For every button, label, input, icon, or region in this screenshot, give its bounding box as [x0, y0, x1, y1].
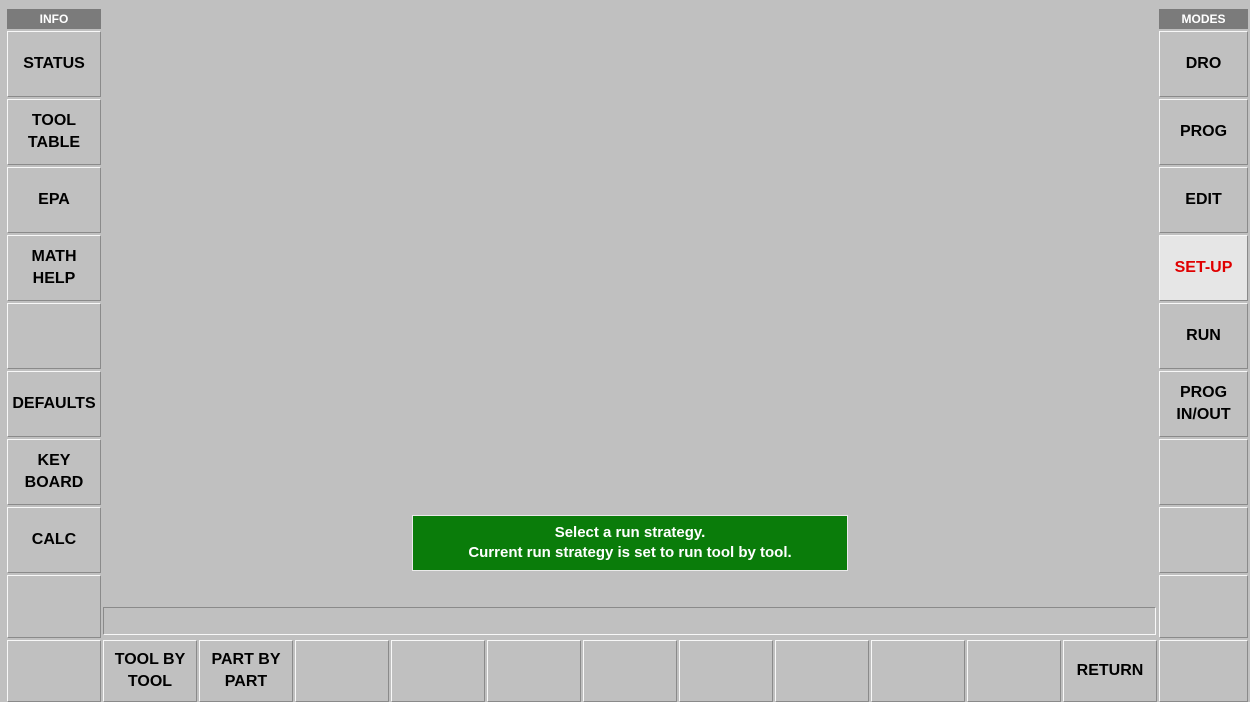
return-button-label: RETURN: [1076, 662, 1144, 679]
prompt-message: Select a run strategy. Current run strat…: [412, 515, 848, 571]
prog-button-label: PROG: [1179, 123, 1228, 140]
info-header: INFO: [7, 9, 101, 29]
dro-button-label: DRO: [1185, 55, 1222, 72]
part-by-part-button-label: PART BY PART: [211, 651, 281, 690]
tool-table-button[interactable]: TOOL TABLE: [7, 99, 101, 165]
softkey-blank-9[interactable]: [871, 640, 965, 702]
calc-button-label: CALC: [31, 531, 77, 548]
info-blank-button-2[interactable]: [7, 575, 101, 638]
keyboard-button[interactable]: KEY BOARD: [7, 439, 101, 505]
math-help-button[interactable]: MATH HELP: [7, 235, 101, 301]
setup-button-label: SET-UP: [1174, 259, 1233, 276]
status-button-label: STATUS: [23, 55, 85, 72]
softkey-blank-3[interactable]: [295, 640, 389, 702]
run-button[interactable]: RUN: [1159, 303, 1248, 369]
defaults-button-label: DEFAULTS: [12, 395, 96, 412]
softkey-blank-8[interactable]: [775, 640, 869, 702]
edit-button[interactable]: EDIT: [1159, 167, 1248, 233]
prog-button[interactable]: PROG: [1159, 99, 1248, 165]
softkey-blank-5[interactable]: [487, 640, 581, 702]
epa-button-label: EPA: [38, 191, 70, 208]
prompt-message-line-2: Current run strategy is set to run tool …: [468, 544, 792, 561]
run-button-label: RUN: [1186, 327, 1221, 344]
softkey-blank-left[interactable]: [7, 640, 101, 702]
return-button[interactable]: RETURN: [1063, 640, 1157, 702]
modes-blank-button-2[interactable]: [1159, 507, 1248, 573]
prompt-message-line-1: Select a run strategy.: [554, 524, 706, 541]
info-blank-button-1[interactable]: [7, 303, 101, 369]
keyboard-button-label: KEY BOARD: [24, 452, 84, 491]
softkey-blank-6[interactable]: [583, 640, 677, 702]
status-button[interactable]: STATUS: [7, 31, 101, 97]
modes-blank-button-3[interactable]: [1159, 575, 1248, 638]
tool-by-tool-button-label: TOOL BY TOOL: [114, 651, 186, 690]
tool-by-tool-button[interactable]: TOOL BY TOOL: [103, 640, 197, 702]
epa-button[interactable]: EPA: [7, 167, 101, 233]
defaults-button[interactable]: DEFAULTS: [7, 371, 101, 437]
part-by-part-button[interactable]: PART BY PART: [199, 640, 293, 702]
edit-button-label: EDIT: [1185, 191, 1222, 208]
dro-button[interactable]: DRO: [1159, 31, 1248, 97]
softkey-blank-right[interactable]: [1159, 640, 1248, 702]
modes-header: MODES: [1159, 9, 1248, 29]
softkey-blank-7[interactable]: [679, 640, 773, 702]
modes-blank-button-1[interactable]: [1159, 439, 1248, 505]
setup-button[interactable]: SET-UP: [1159, 235, 1248, 301]
prog-in-out-button[interactable]: PROG IN/OUT: [1159, 371, 1248, 437]
softkey-blank-10[interactable]: [967, 640, 1061, 702]
prog-in-out-button-label: PROG IN/OUT: [1176, 384, 1231, 423]
status-bar: [103, 607, 1156, 635]
tool-table-button-label: TOOL TABLE: [27, 112, 81, 151]
softkey-blank-4[interactable]: [391, 640, 485, 702]
calc-button[interactable]: CALC: [7, 507, 101, 573]
math-help-button-label: MATH HELP: [31, 248, 77, 287]
